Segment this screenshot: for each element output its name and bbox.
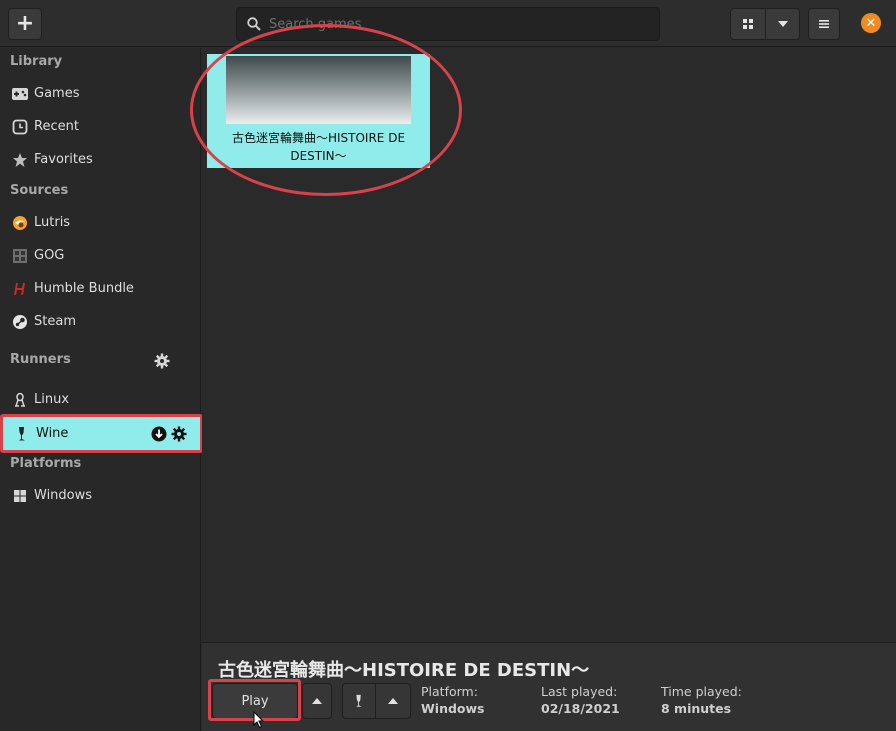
grid-view-button[interactable] xyxy=(730,8,766,40)
runners-settings-gear-icon[interactable] xyxy=(154,353,170,369)
wine-glass-icon xyxy=(356,694,362,707)
highlight-ellipse xyxy=(190,24,462,196)
chevron-down-icon xyxy=(777,21,788,27)
sidebar-item-games[interactable]: Games xyxy=(0,77,200,110)
time-played-value: 8 minutes xyxy=(661,701,732,716)
sidebar-item-recent[interactable]: Recent xyxy=(0,110,200,143)
runner-button[interactable] xyxy=(342,683,376,719)
chevron-up-icon xyxy=(312,698,322,704)
star-icon xyxy=(11,151,29,169)
sidebar: Library Games Recent Favorites Sources L… xyxy=(0,48,203,731)
sidebar-item-humble-bundle[interactable]: Humble Bundle xyxy=(0,272,200,305)
sidebar-item-label: Humble Bundle xyxy=(34,281,134,296)
sidebar-item-linux[interactable]: Linux xyxy=(0,383,200,416)
last-played-value: 02/18/2021 xyxy=(541,701,620,716)
sidebar-item-label: Windows xyxy=(34,488,93,503)
game-detail-bar: 古色迷宮輪舞曲〜HISTOIRE DE DESTIN〜 Play Platfor… xyxy=(202,642,896,731)
sidebar-item-windows[interactable]: Windows xyxy=(0,479,200,512)
hamburger-menu-icon xyxy=(819,20,829,28)
platform-label: Platform: xyxy=(421,684,478,699)
runner-actions-dropdown[interactable] xyxy=(375,683,411,719)
sources-section-title: Sources xyxy=(10,183,69,198)
main-menu-button[interactable] xyxy=(808,8,840,40)
sidebar-item-label: Lutris xyxy=(34,215,71,230)
close-window-button[interactable]: ✕ xyxy=(861,13,881,33)
sidebar-item-label: Favorites xyxy=(34,152,93,167)
header-bar: + ✕ xyxy=(0,0,896,47)
library-section-title: Library xyxy=(10,54,63,69)
add-game-button[interactable]: + xyxy=(8,8,42,40)
platform-value: Windows xyxy=(421,701,485,716)
last-played-label: Last played: xyxy=(541,684,618,699)
mouse-cursor-icon xyxy=(253,711,265,729)
chevron-up-icon xyxy=(388,698,398,704)
humble-icon xyxy=(11,280,29,298)
sidebar-item-label: Recent xyxy=(34,119,79,134)
linux-icon xyxy=(11,391,29,409)
sidebar-item-label: GOG xyxy=(34,248,65,263)
sidebar-item-label: Games xyxy=(34,86,80,101)
runners-section-title: Runners xyxy=(10,352,71,367)
sidebar-item-label: Steam xyxy=(34,314,76,329)
grid-icon xyxy=(743,19,753,29)
platforms-section-title: Platforms xyxy=(10,456,82,471)
sidebar-item-gog[interactable]: GOG xyxy=(0,239,200,272)
time-played-label: Time played: xyxy=(661,684,742,699)
sidebar-item-favorites[interactable]: Favorites xyxy=(0,143,200,176)
view-options-dropdown[interactable] xyxy=(765,8,800,40)
lutris-icon xyxy=(11,214,29,232)
clock-icon xyxy=(11,118,29,136)
game-actions-dropdown[interactable] xyxy=(302,683,332,719)
search-icon xyxy=(247,17,261,31)
gamepad-icon xyxy=(11,85,29,103)
sidebar-item-label: Linux xyxy=(34,392,70,407)
sidebar-item-steam[interactable]: Steam xyxy=(0,305,200,338)
sidebar-item-lutris[interactable]: Lutris xyxy=(0,206,200,239)
steam-icon xyxy=(11,313,29,331)
windows-icon xyxy=(11,487,29,505)
wine-highlight-outline xyxy=(0,414,203,453)
gog-icon xyxy=(11,247,29,265)
game-grid: 古色迷宮輪舞曲〜HISTOIRE DE DESTIN〜 xyxy=(190,24,896,642)
